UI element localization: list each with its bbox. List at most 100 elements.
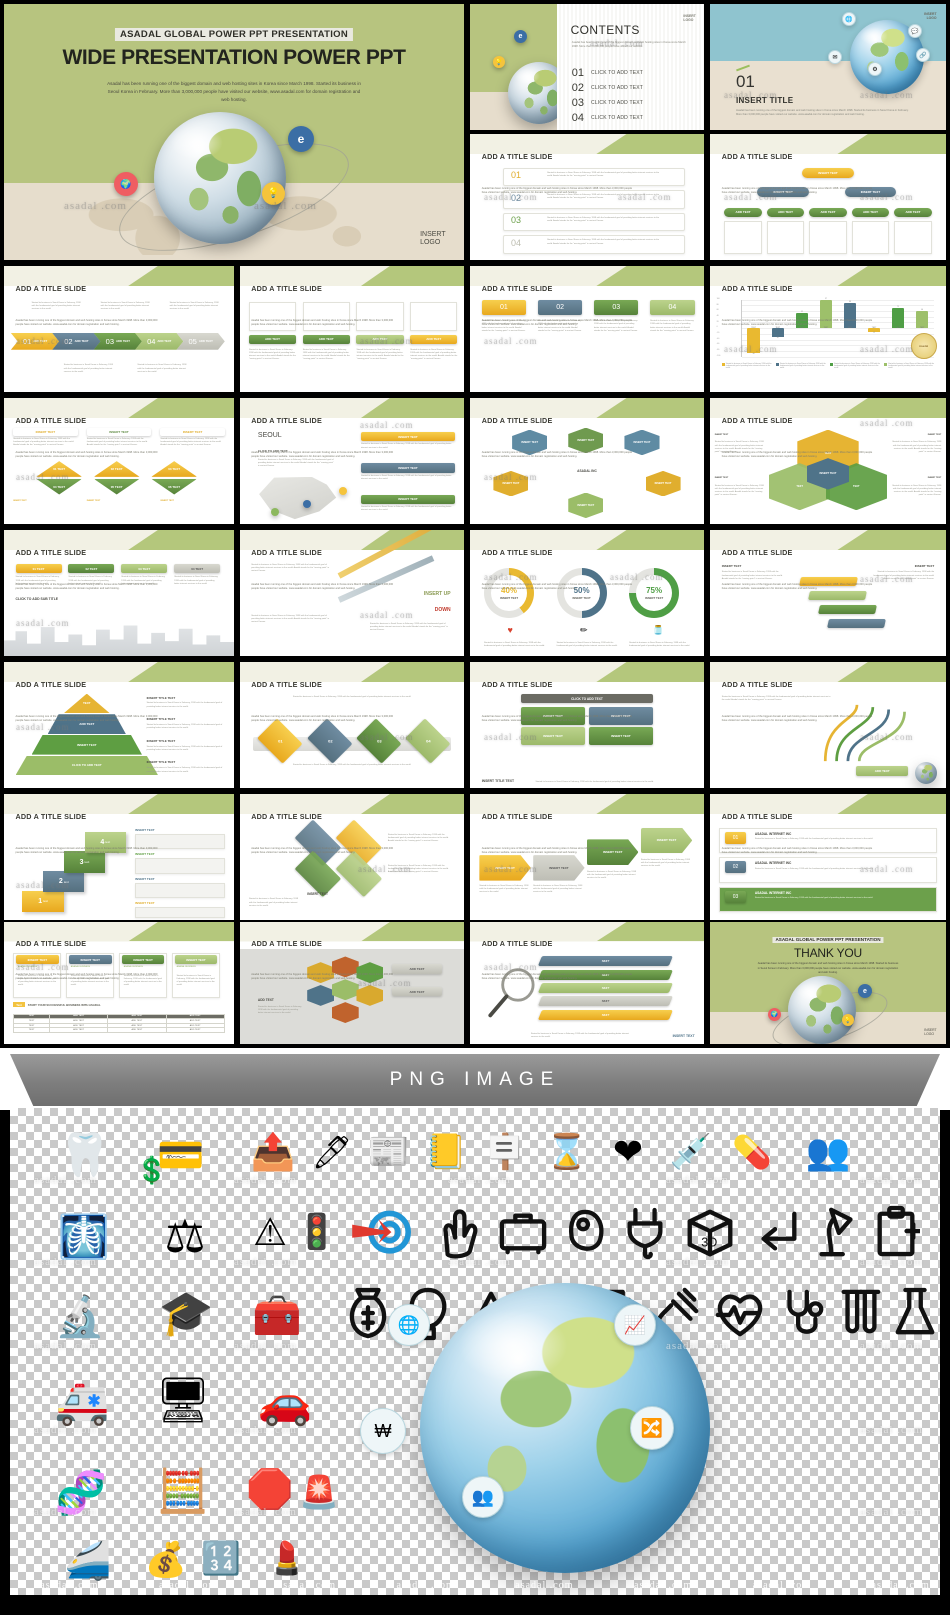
- slide-cube[interactable]: ADD A TITLE SLIDE Asadal has been runnin…: [470, 662, 704, 788]
- slide-title[interactable]: ASADAL GLOBAL POWER PPT PRESENTATION WID…: [4, 4, 464, 260]
- contents-item[interactable]: 04 CLICK TO ADD TEXT: [572, 112, 643, 124]
- diamond-node[interactable]: 03: [356, 718, 402, 764]
- slide-cards-table[interactable]: ADD A TITLE SLIDE Asadal has been runnin…: [4, 922, 234, 1044]
- hex-cell[interactable]: [331, 1002, 359, 1024]
- cube-face[interactable]: INSERT TEXT: [521, 727, 585, 745]
- stair-step[interactable]: 1 text: [22, 890, 64, 913]
- matrix-cell[interactable]: 05 TEXT: [93, 478, 140, 495]
- layer-bar[interactable]: TEXT: [538, 1009, 674, 1020]
- hex-node[interactable]: INSERT TEXT: [645, 470, 681, 497]
- matrix-cell[interactable]: 03 TEXT: [151, 461, 198, 477]
- slide-contents[interactable]: e 💡 INSERT LOGO CONTENTS Asadal has been …: [470, 4, 704, 130]
- slide-donuts[interactable]: ADD A TITLE SLIDE Asadal has been runnin…: [470, 530, 704, 656]
- matrix-cell[interactable]: 01 TEXT: [36, 461, 83, 477]
- slide-pyramid[interactable]: ADD A TITLE SLIDE Asadal has been runnin…: [4, 662, 234, 788]
- hex-node[interactable]: INSERT TEXT: [568, 492, 604, 519]
- arrow-block[interactable]: INSERT TEXT: [533, 855, 585, 881]
- chevron-step[interactable]: 02 ADD TEXT: [52, 333, 101, 350]
- org-leaf[interactable]: ADD TEXT: [894, 207, 932, 217]
- side-label[interactable]: ADD TEXT: [392, 964, 442, 974]
- org-leaf[interactable]: ADD TEXT: [724, 207, 762, 217]
- chevron-step[interactable]: 03 ADD TEXT: [93, 333, 142, 350]
- card-label[interactable]: ADD TEXT: [302, 334, 350, 344]
- cube-face[interactable]: INSERT TEXT: [589, 727, 653, 745]
- icon-card[interactable]: [410, 301, 458, 332]
- slide-hex-circle[interactable]: ADD A TITLE SLIDE Asadal has been runnin…: [470, 398, 704, 524]
- diamond-node[interactable]: 02: [307, 718, 352, 764]
- slide-ribbons[interactable]: ADD A TITLE SLIDE Asadal has been runnin…: [710, 530, 946, 656]
- org-node-root[interactable]: INSERT TEXT: [802, 167, 854, 179]
- org-leaf[interactable]: ADD TEXT: [766, 207, 805, 217]
- matrix-cell[interactable]: 06 TEXT: [151, 478, 198, 495]
- matrix-cell[interactable]: 04 TEXT: [36, 478, 83, 495]
- hex-node[interactable]: INSERT TEXT: [493, 470, 529, 497]
- ribbon-bar[interactable]: [827, 618, 886, 628]
- slide-chevrons[interactable]: ADD A TITLE SLIDE Asadal has been runnin…: [4, 266, 234, 392]
- row-item[interactable]: 01 Started its business in Seoul Korea i…: [502, 167, 686, 187]
- column-number[interactable]: 04: [650, 299, 695, 316]
- hex-cell[interactable]: [356, 984, 384, 1006]
- layer-bar[interactable]: TEXT: [538, 956, 674, 966]
- pyramid-level[interactable]: CLICK TO ADD TEXT: [15, 755, 159, 776]
- layer-bar[interactable]: TEXT: [538, 983, 674, 993]
- slide-org-chart[interactable]: ADD A TITLE SLIDE Asadal has been runnin…: [710, 134, 946, 260]
- tag[interactable]: 04 TEXT: [174, 563, 221, 574]
- arrow-block[interactable]: INSERT TEXT: [640, 827, 693, 854]
- curve-label[interactable]: ADD TEXT: [856, 766, 909, 777]
- cube-top-label[interactable]: CLICK TO ADD TEXT: [521, 693, 653, 704]
- slide-honeycomb[interactable]: ADD A TITLE SLIDE Asadal has been runnin…: [240, 922, 464, 1044]
- slide-stairs[interactable]: ADD A TITLE SLIDE Asadal has been runnin…: [4, 794, 234, 920]
- slide-section-divider[interactable]: 🌐 💬 🔗 ✉ ⚙ 01 INSERT TITLE Asadal has bee…: [710, 4, 946, 130]
- square-tile[interactable]: [335, 850, 382, 898]
- contents-item[interactable]: 03 CLICK TO ADD TEXT: [572, 97, 643, 109]
- slide-bar-chart[interactable]: ADD A TITLE SLIDE Asadal has been runnin…: [710, 266, 946, 392]
- chevron-step[interactable]: 04 ADD TEXT: [135, 333, 184, 350]
- slide-city-tags[interactable]: ADD A TITLE SLIDE Asadal has been runnin…: [4, 530, 234, 656]
- diamond-node[interactable]: 04: [405, 718, 451, 764]
- ribbon-bar[interactable]: [817, 604, 877, 614]
- slide-curves[interactable]: ADD A TITLE SLIDE Asadal has been runnin…: [710, 662, 946, 788]
- chevron-step[interactable]: 05 ADD TEXT: [176, 333, 225, 350]
- contents-item[interactable]: 01 CLICK TO ADD TEXT: [572, 67, 643, 79]
- row-item[interactable]: 04 Started its business in Seoul Korea i…: [502, 235, 686, 255]
- slide-pencil-up[interactable]: ADD A TITLE SLIDE Asadal has been runnin…: [240, 530, 464, 656]
- info-bar[interactable]: INSERT TEXT: [360, 463, 456, 473]
- tag[interactable]: 01 TEXT: [15, 563, 62, 574]
- pyramid-level[interactable]: INSERT TEXT: [31, 734, 142, 755]
- hex-cell[interactable]: [307, 984, 335, 1006]
- slide-squares[interactable]: ADD A TITLE SLIDE Asadal has been runnin…: [240, 794, 464, 920]
- hex-cell[interactable]: [331, 979, 359, 1001]
- slide-numbered-rows[interactable]: ADD A TITLE SLIDE Asadal has been runnin…: [470, 134, 704, 260]
- matrix-cell[interactable]: 02 TEXT: [93, 461, 140, 477]
- band-row[interactable]: 02 ASADAL INTERNET INC Started its busin…: [719, 857, 937, 883]
- slide-triangle-matrix[interactable]: ADD A TITLE SLIDE Asadal has been runnin…: [4, 398, 234, 524]
- info-bar[interactable]: INSERT TEXT: [360, 494, 456, 505]
- arrow-block[interactable]: INSERT TEXT: [479, 855, 531, 881]
- info-bar[interactable]: INSERT TEXT: [360, 431, 456, 442]
- side-label[interactable]: ADD TEXT: [392, 986, 442, 997]
- layer-bar[interactable]: TEXT: [538, 996, 674, 1006]
- column-number[interactable]: 01: [481, 299, 527, 316]
- row-item[interactable]: 03 Started its business in Seoul Korea i…: [502, 212, 686, 232]
- slide-hex-venn[interactable]: ADD A TITLE SLIDE Asadal has been runnin…: [710, 398, 946, 524]
- info-card[interactable]: INSERT TEXT ASADAL BUSINESS Started its …: [171, 952, 221, 999]
- org-leaf[interactable]: ADD TEXT: [809, 207, 847, 217]
- slide-magnifier[interactable]: ADD A TITLE SLIDE Asadal has been runnin…: [470, 922, 704, 1044]
- column-number[interactable]: 03: [594, 299, 639, 316]
- tag[interactable]: 02 TEXT: [68, 563, 115, 574]
- card-label[interactable]: ADD TEXT: [410, 334, 458, 344]
- slide-diamonds[interactable]: ADD A TITLE SLIDE Asadal has been runnin…: [240, 662, 464, 788]
- org-leaf[interactable]: ADD TEXT: [851, 207, 890, 217]
- slide-arrows[interactable]: ADD A TITLE SLIDE Asadal has been runnin…: [470, 794, 704, 920]
- band-row[interactable]: 03 ASADAL INTERNET INC Started its busin…: [719, 886, 937, 913]
- chevron-step[interactable]: 01 ADD TEXT: [10, 333, 60, 350]
- map-pin[interactable]: [271, 508, 280, 517]
- diamond-node[interactable]: 01: [257, 718, 303, 764]
- slide-thank-you[interactable]: ASADAL GLOBAL POWER PPT PRESENTATION THA…: [710, 922, 946, 1044]
- slide-icon-cards[interactable]: ADD A TITLE SLIDE Asadal has been runnin…: [240, 266, 464, 392]
- slide-numbered-columns[interactable]: ADD A TITLE SLIDE Asadal has been runnin…: [470, 266, 704, 392]
- column-number[interactable]: 02: [537, 299, 583, 316]
- slide-numbered-bands[interactable]: ADD A TITLE SLIDE Asadal has been runnin…: [710, 794, 946, 920]
- stair-step[interactable]: 2 text: [43, 870, 85, 893]
- slide-map-seoul[interactable]: ADD A TITLE SLIDE Asadal has been runnin…: [240, 398, 464, 524]
